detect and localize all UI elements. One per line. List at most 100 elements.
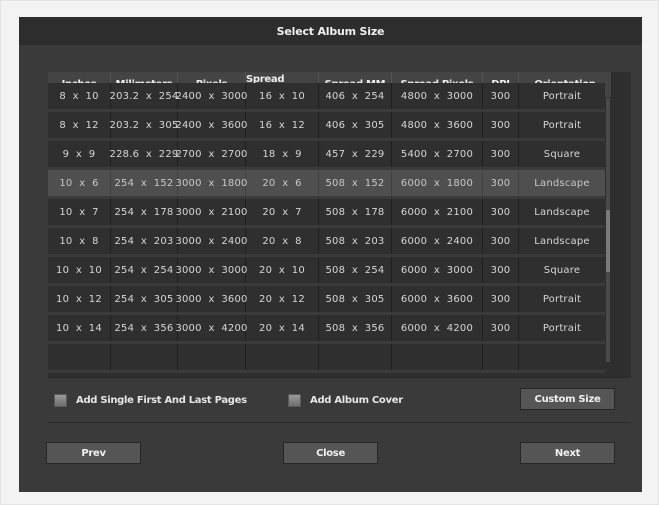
cell-spread-mm: 406 x 254 (319, 83, 392, 109)
cell-orientation: Portrait (542, 90, 582, 102)
cell-inches: 8 x 12 (48, 112, 111, 138)
cell-inches: 9 x 9 (48, 141, 111, 167)
cell-spread-mm: 457 x 229 (319, 141, 392, 167)
cell-pixels: 3000 x 3600 (175, 286, 247, 312)
divider-bottom (48, 422, 631, 423)
cell-millimeters: 254 x 178 (111, 199, 178, 225)
cell-spread-pixels: 6000 x 1800 (392, 170, 483, 196)
single-first-last-option[interactable]: Add Single First And Last Pages (54, 394, 247, 407)
scrollbar-thumb[interactable] (606, 210, 610, 272)
cell-spread-inches: 20 x 8 (246, 228, 319, 254)
album-cover-option[interactable]: Add Album Cover (288, 394, 403, 407)
cell-orientation: Landscape (534, 235, 590, 247)
cell-spread-inches: 20 x 6 (246, 170, 319, 196)
cell-inches: 10 x 8 (48, 228, 111, 254)
cell-dpi: 300 (483, 257, 519, 283)
cell-pixels: 3000 x 2400 (175, 228, 247, 254)
cell-inches (48, 344, 111, 370)
cell-spread-pixels: 6000 x 3000 (392, 257, 483, 283)
cell-pixels: 2400 x 3600 (175, 112, 247, 138)
cell-millimeters: 254 x 152 (111, 170, 178, 196)
cell-millimeters (111, 344, 178, 370)
cell-millimeters: 254 x 254 (111, 257, 178, 283)
cell-orientation: Landscape (534, 177, 590, 189)
table-row[interactable]: 10 x 12 254 x 305 3000 x 3600 20 x 12 508 x … (48, 286, 605, 315)
album-cover-checkbox[interactable] (288, 394, 301, 407)
cell-pixels: 3000 x 3000 (175, 257, 247, 283)
cell-orientation: Landscape (534, 206, 590, 218)
cell-spread-pixels: 6000 x 4200 (392, 315, 483, 341)
cell-spread-inches: 16 x 12 (246, 112, 319, 138)
cell-spread-pixels (392, 344, 483, 370)
cell-spread-inches: 16 x 10 (246, 83, 319, 109)
cell-dpi: 300 (483, 112, 519, 138)
table-row[interactable]: 8 x 10 203.2 x 254 2400 x 3000 16 x 10 406 x… (48, 83, 605, 112)
cell-spread-mm: 508 x 254 (319, 257, 392, 283)
table-row[interactable] (48, 344, 605, 373)
table-row[interactable]: 10 x 7 254 x 178 3000 x 2100 20 x 7 508 x 17… (48, 199, 605, 228)
cell-dpi: 300 (483, 315, 519, 341)
cell-millimeters: 203.2 x 254 (110, 83, 178, 109)
table-row[interactable]: 9 x 9 228.6 x 229 2700 x 2700 18 x 9 457 x 2… (48, 141, 605, 170)
cell-millimeters: 254 x 356 (111, 315, 178, 341)
divider-top (48, 377, 631, 378)
cell-pixels: 3000 x 1800 (175, 170, 247, 196)
cell-orientation: Square (543, 264, 581, 276)
page-background: Select Album Size Inches Milimeters Pixe… (0, 0, 659, 505)
table-body: 8 x 10 203.2 x 254 2400 x 3000 16 x 10 406 x… (48, 83, 605, 377)
cell-inches: 10 x 14 (48, 315, 111, 341)
cell-spread-pixels: 5400 x 2700 (392, 141, 483, 167)
select-album-size-dialog: Select Album Size Inches Milimeters Pixe… (19, 17, 642, 492)
cell-pixels: 3000 x 4200 (175, 315, 247, 341)
table-row-selected[interactable]: 10 x 6 254 x 152 3000 x 1800 20 x 6 508 x 15… (48, 170, 605, 199)
single-first-last-label: Add Single First And Last Pages (76, 395, 247, 406)
album-size-table: Inches Milimeters Pixels Spread Inches S… (48, 72, 631, 377)
cell-inches: 10 x 7 (48, 199, 111, 225)
cell-millimeters: 254 x 305 (111, 286, 178, 312)
prev-button[interactable]: Prev (46, 442, 141, 464)
cell-inches: 10 x 12 (48, 286, 111, 312)
cell-dpi: 300 (483, 199, 519, 225)
single-first-last-checkbox[interactable] (54, 394, 67, 407)
cell-spread-mm: 508 x 152 (319, 170, 392, 196)
cell-spread-inches: 20 x 12 (246, 286, 319, 312)
table-row[interactable]: 10 x 14 254 x 356 3000 x 4200 20 x 14 508 x … (48, 315, 605, 344)
cell-spread-pixels: 6000 x 3600 (392, 286, 483, 312)
cell-spread-inches: 20 x 14 (246, 315, 319, 341)
cell-spread-inches (246, 344, 319, 370)
cell-pixels: 3000 x 2100 (175, 199, 247, 225)
cell-dpi: 300 (483, 83, 519, 109)
cell-spread-mm (319, 344, 392, 370)
cell-spread-mm: 508 x 178 (319, 199, 392, 225)
cell-dpi: 300 (483, 141, 519, 167)
cell-spread-mm: 508 x 203 (319, 228, 392, 254)
cell-spread-pixels: 6000 x 2400 (392, 228, 483, 254)
cell-orientation: Portrait (542, 119, 582, 131)
table-row[interactable]: 8 x 12 203.2 x 305 2400 x 3600 16 x 12 406 x… (48, 112, 605, 141)
cell-spread-mm: 406 x 305 (319, 112, 392, 138)
cell-dpi: 300 (483, 228, 519, 254)
cell-spread-inches: 18 x 9 (246, 141, 319, 167)
cell-spread-pixels: 4800 x 3600 (392, 112, 483, 138)
cell-pixels: 2400 x 3000 (175, 83, 247, 109)
cell-inches: 10 x 6 (48, 170, 111, 196)
cell-spread-mm: 508 x 356 (319, 315, 392, 341)
cell-dpi (483, 344, 519, 370)
cell-spread-inches: 20 x 7 (246, 199, 319, 225)
close-button[interactable]: Close (283, 442, 378, 464)
cell-inches: 8 x 10 (48, 83, 111, 109)
cell-millimeters: 254 x 203 (111, 228, 178, 254)
table-row[interactable]: 10 x 8 254 x 203 3000 x 2400 20 x 8 508 x 20… (48, 228, 605, 257)
custom-size-button[interactable]: Custom Size (520, 388, 615, 410)
cell-dpi: 300 (483, 170, 519, 196)
cell-spread-mm: 508 x 305 (319, 286, 392, 312)
table-scrollbar[interactable] (606, 98, 610, 362)
cell-orientation (519, 344, 605, 370)
cell-pixels (178, 344, 246, 370)
table-row[interactable]: 10 x 10 254 x 254 3000 x 3000 20 x 10 508 x … (48, 257, 605, 286)
cell-millimeters: 228.6 x 229 (110, 141, 178, 167)
next-button[interactable]: Next (520, 442, 615, 464)
cell-orientation: Square (543, 148, 581, 160)
dialog-title: Select Album Size (19, 17, 642, 45)
cell-orientation: Portrait (542, 293, 582, 305)
